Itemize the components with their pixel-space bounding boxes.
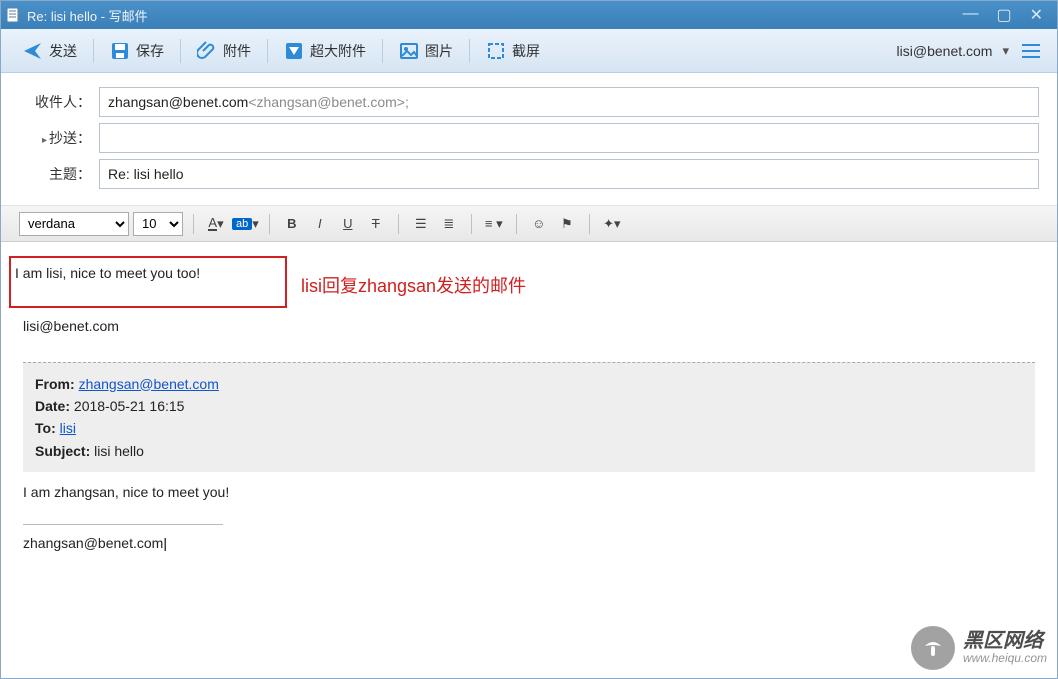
send-label: 发送 xyxy=(49,41,77,61)
subject-value: Re: lisi hello xyxy=(108,166,183,182)
big-attach-button[interactable]: 超大附件 xyxy=(276,37,374,65)
to-name: zhangsan@benet.com xyxy=(108,94,248,110)
window-title: Re: lisi hello - 写邮件 xyxy=(27,6,962,25)
quoted-to-label: To: xyxy=(35,420,56,436)
quoted-from[interactable]: zhangsan@benet.com xyxy=(79,376,219,392)
toolbar-separator xyxy=(382,39,383,63)
format-separator xyxy=(269,214,270,234)
menu-icon[interactable] xyxy=(1019,39,1043,63)
signature-email: lisi@benet.com xyxy=(23,318,119,334)
format-separator xyxy=(398,214,399,234)
image-icon xyxy=(399,41,419,61)
reply-text: I am lisi, nice to meet you too! xyxy=(15,265,200,281)
format-painter-button[interactable]: ✦▾ xyxy=(600,212,624,236)
screenshot-icon xyxy=(486,41,506,61)
chevron-down-icon[interactable]: ▾ xyxy=(1002,43,1009,59)
save-icon xyxy=(110,41,130,61)
minimize-button[interactable]: — xyxy=(962,5,978,25)
size-select[interactable]: 10 xyxy=(133,212,183,236)
quoted-date: 2018-05-21 16:15 xyxy=(74,398,185,414)
to-row: 收件人： zhangsan@benet.com<zhangsan@benet.c… xyxy=(19,87,1039,117)
to-addr: <zhangsan@benet.com>; xyxy=(248,94,409,110)
toolbar-separator xyxy=(180,39,181,63)
font-color-button[interactable]: A ▾ xyxy=(204,212,228,236)
app-icon xyxy=(5,7,21,23)
flag-button[interactable]: ⚑ xyxy=(555,212,579,236)
strikethrough-button[interactable]: T xyxy=(364,212,388,236)
screenshot-label: 截屏 xyxy=(512,41,540,61)
save-label: 保存 xyxy=(136,41,164,61)
number-list-button[interactable]: ≣ xyxy=(437,212,461,236)
compose-window: Re: lisi hello - 写邮件 — ▢ ✕ 发送 保存 附件 xyxy=(0,0,1058,679)
maximize-button[interactable]: ▢ xyxy=(996,5,1011,25)
format-separator xyxy=(516,214,517,234)
highlight-button[interactable]: ab ▾ xyxy=(232,212,259,236)
watermark-url: www.heiqu.com xyxy=(963,652,1047,665)
subject-input[interactable]: Re: lisi hello xyxy=(99,159,1039,189)
attach-button[interactable]: 附件 xyxy=(189,37,259,65)
big-attach-icon xyxy=(284,41,304,61)
format-toolbar: verdana 10 A ▾ ab ▾ B I U T ☰ ≣ ≡ ▾ ☺ ⚑ … xyxy=(1,206,1057,242)
to-label: 收件人： xyxy=(19,92,91,112)
window-controls: — ▢ ✕ xyxy=(962,5,1053,25)
account-selector[interactable]: lisi@benet.com xyxy=(897,43,993,59)
close-button[interactable]: ✕ xyxy=(1030,5,1043,25)
watermark: 黑区网络 www.heiqu.com xyxy=(911,626,1047,670)
quoted-date-label: Date: xyxy=(35,398,70,414)
font-select[interactable]: verdana xyxy=(19,212,129,236)
big-attach-label: 超大附件 xyxy=(310,41,366,61)
toolbar-separator xyxy=(469,39,470,63)
annotation-label: lisi回复zhangsan发送的邮件 xyxy=(301,272,526,298)
image-label: 图片 xyxy=(425,41,453,61)
send-button[interactable]: 发送 xyxy=(15,37,85,65)
quoted-separator xyxy=(23,524,223,525)
save-button[interactable]: 保存 xyxy=(102,37,172,65)
quoted-subject: lisi hello xyxy=(94,443,144,459)
quoted-header: From: zhangsan@benet.com Date: 2018-05-2… xyxy=(23,362,1035,473)
quoted-to[interactable]: lisi xyxy=(60,420,76,436)
bullet-list-button[interactable]: ☰ xyxy=(409,212,433,236)
toolbar-right: lisi@benet.com ▾ xyxy=(897,39,1043,63)
main-toolbar: 发送 保存 附件 超大附件 图片 xyxy=(1,29,1057,73)
send-icon xyxy=(23,41,43,61)
reply-box: I am lisi, nice to meet you too! xyxy=(9,256,287,308)
quoted-signature: zhangsan@benet.com xyxy=(23,535,167,551)
cc-row: 抄送： xyxy=(19,123,1039,153)
toolbar-separator xyxy=(267,39,268,63)
header-fields: 收件人： zhangsan@benet.com<zhangsan@benet.c… xyxy=(1,73,1057,206)
italic-button[interactable]: I xyxy=(308,212,332,236)
watermark-text: 黑区网络 www.heiqu.com xyxy=(963,630,1047,665)
message-body[interactable]: I am lisi, nice to meet you too! lisi回复z… xyxy=(1,242,1057,678)
watermark-cn: 黑区网络 xyxy=(963,630,1047,652)
format-separator xyxy=(471,214,472,234)
paperclip-icon xyxy=(197,41,217,61)
bold-button[interactable]: B xyxy=(280,212,304,236)
format-separator xyxy=(589,214,590,234)
format-separator xyxy=(193,214,194,234)
watermark-logo-icon xyxy=(911,626,955,670)
attach-label: 附件 xyxy=(223,41,251,61)
quoted-text: I am zhangsan, nice to meet you! xyxy=(23,484,229,500)
underline-button[interactable]: U xyxy=(336,212,360,236)
screenshot-button[interactable]: 截屏 xyxy=(478,37,548,65)
titlebar: Re: lisi hello - 写邮件 — ▢ ✕ xyxy=(1,1,1057,29)
image-button[interactable]: 图片 xyxy=(391,37,461,65)
emoji-button[interactable]: ☺ xyxy=(527,212,551,236)
to-input[interactable]: zhangsan@benet.com<zhangsan@benet.com>; xyxy=(99,87,1039,117)
signature: lisi@benet.com xyxy=(23,318,1049,334)
subject-label: 主题： xyxy=(19,164,91,184)
align-button[interactable]: ≡ ▾ xyxy=(482,212,506,236)
cc-input[interactable] xyxy=(99,123,1039,153)
cc-label[interactable]: 抄送： xyxy=(19,128,91,148)
quoted-from-label: From: xyxy=(35,376,75,392)
subject-row: 主题： Re: lisi hello xyxy=(19,159,1039,189)
quoted-body: I am zhangsan, nice to meet you! zhangsa… xyxy=(23,472,1035,551)
quoted-message: From: zhangsan@benet.com Date: 2018-05-2… xyxy=(23,362,1035,552)
quoted-subject-label: Subject: xyxy=(35,443,90,459)
toolbar-separator xyxy=(93,39,94,63)
